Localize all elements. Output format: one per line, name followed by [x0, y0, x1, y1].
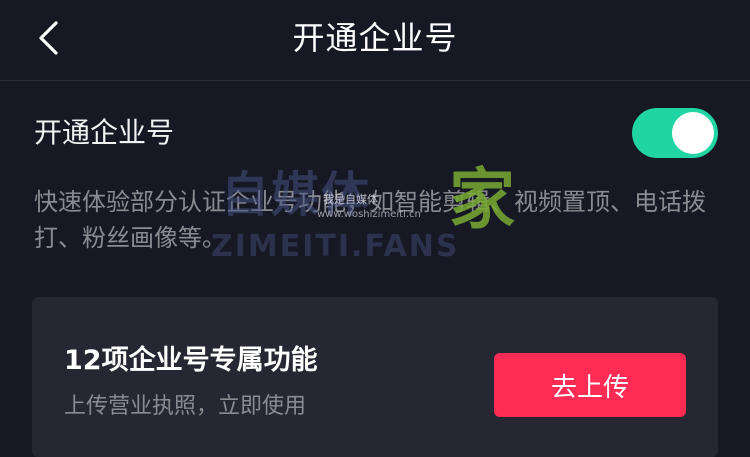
upload-button[interactable]: 去上传 [494, 353, 686, 417]
setting-label: 开通企业号 [34, 116, 175, 149]
enterprise-setting-row: 开通企业号 [32, 104, 718, 162]
card-subtitle: 上传营业执照，立即使用 [64, 394, 307, 419]
toggle-knob [672, 112, 714, 154]
card-title: 12项企业号专属功能 [64, 345, 318, 376]
page-title: 开通企业号 [292, 19, 458, 57]
navigation-bar: 开通企业号 [0, 0, 750, 81]
enterprise-toggle[interactable] [632, 108, 718, 158]
setting-description: 快速体验部分认证企业号功能，如智能剪辑、视频置顶、电话拨打、粉丝画像等。 [34, 188, 706, 252]
feature-card: 12项企业号专属功能 上传营业执照，立即使用 去上传 [32, 297, 718, 457]
